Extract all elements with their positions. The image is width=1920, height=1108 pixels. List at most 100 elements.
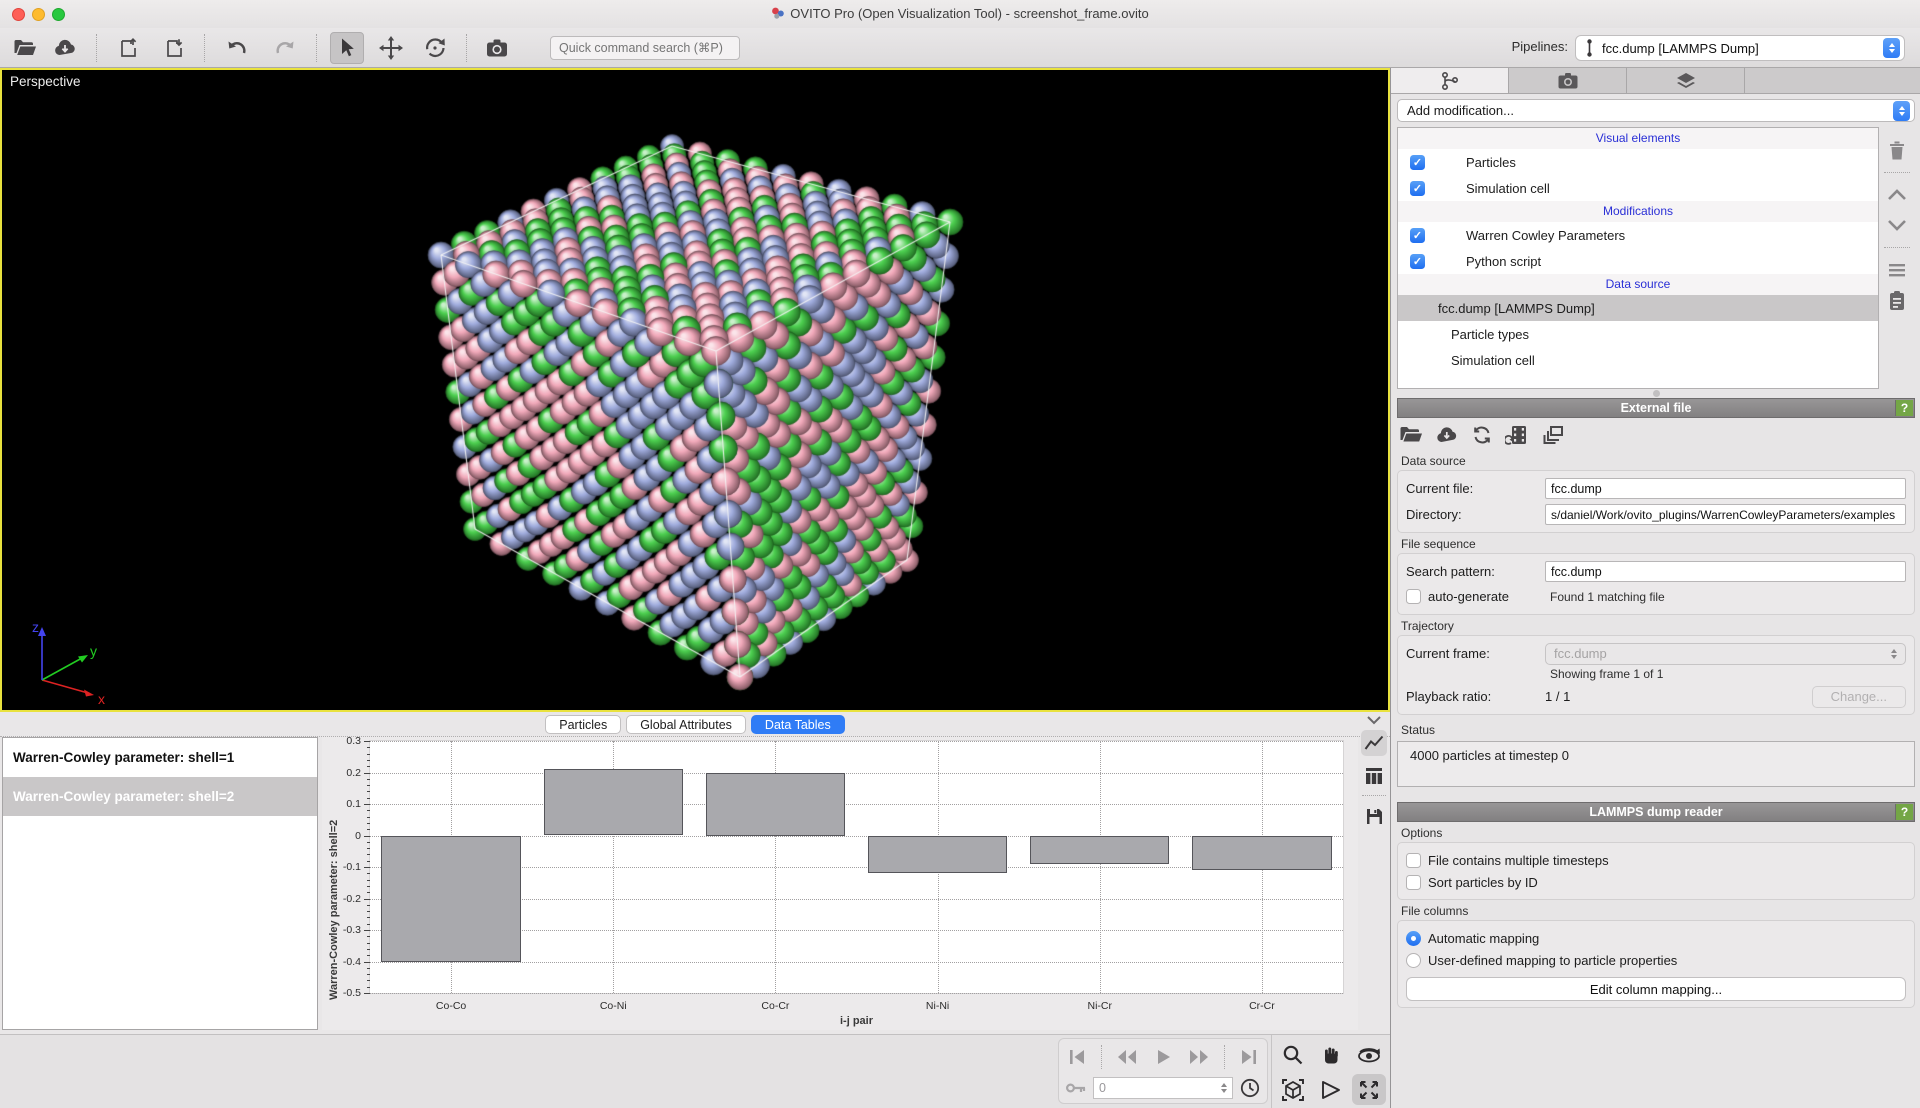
move-modifier-down-button[interactable] (1887, 210, 1907, 240)
pipeline-selector[interactable]: fcc.dump [LAMMPS Dump] (1575, 35, 1905, 61)
rotate-mode-button[interactable] (418, 32, 452, 64)
orbit-tool-button[interactable] (1352, 1039, 1386, 1070)
y-tick-label: 0.3 (346, 735, 361, 747)
y-tick-label: -0.4 (343, 956, 361, 968)
directory-field[interactable] (1545, 504, 1906, 525)
current-file-field[interactable] (1545, 478, 1906, 499)
sort-particles-checkbox[interactable] (1406, 875, 1421, 890)
help-button[interactable]: ? (1895, 400, 1913, 416)
y-minor-tick (367, 955, 370, 956)
zoom-tool-button[interactable] (1276, 1039, 1310, 1070)
viewport-3d[interactable]: Perspective x y z (0, 68, 1390, 712)
toggle-modifier-menu-button[interactable] (1887, 255, 1907, 285)
y-minor-tick (367, 785, 370, 786)
load-session-state-button[interactable] (158, 32, 192, 64)
file-columns-label: File columns (1401, 904, 1915, 918)
y-minor-tick (367, 936, 370, 937)
data-table-item-warren-cowley-parameter-shell-1[interactable]: Warren-Cowley parameter: shell=1 (3, 738, 317, 777)
chart-gridline (370, 962, 1343, 963)
y-minor-tick (367, 854, 370, 855)
animation-key-icon (1065, 1081, 1087, 1095)
zoom-scene-extents-button[interactable] (1276, 1074, 1310, 1105)
delete-modifier-button[interactable] (1887, 135, 1907, 165)
search-pattern-field[interactable] (1545, 561, 1906, 582)
current-frame-spinbox[interactable] (1093, 1077, 1233, 1099)
checkbox-icon[interactable]: ✓ (1410, 254, 1425, 269)
add-modification-stepper[interactable] (1893, 101, 1910, 121)
pipeline-item-python-script[interactable]: ✓Python script (1398, 248, 1878, 274)
table-view-button[interactable] (1361, 762, 1387, 788)
data-table-item-warren-cowley-parameter-shell-2[interactable]: Warren-Cowley parameter: shell=2 (3, 777, 317, 816)
command-panel-tabs (1391, 68, 1920, 94)
tab-data-tables[interactable]: Data Tables (751, 715, 845, 734)
tab-render[interactable] (1509, 68, 1627, 93)
pipeline-selector-stepper[interactable] (1883, 38, 1900, 58)
axis-y-label: y (90, 643, 97, 659)
chart-view-button[interactable] (1361, 730, 1387, 756)
save-session-state-button[interactable] (112, 32, 146, 64)
maximize-viewport-button[interactable] (1352, 1074, 1386, 1105)
tab-pipeline[interactable] (1391, 68, 1509, 93)
chart-toolbar (1360, 714, 1388, 832)
y-tick-label: -0.3 (343, 924, 361, 936)
y-tick-label: 0.2 (346, 767, 361, 779)
y-tick-mark (364, 773, 370, 774)
copy-pipeline-button[interactable] (1887, 285, 1907, 315)
collapse-panel-button[interactable] (1366, 715, 1382, 725)
y-minor-tick (367, 848, 370, 849)
showing-frame-note: Showing frame 1 of 1 (1545, 667, 1906, 681)
render-snapshot-button[interactable] (480, 32, 514, 64)
y-minor-tick (367, 823, 370, 824)
animation-settings-button[interactable] (1239, 1077, 1261, 1099)
duplicate-data-source-button[interactable] (1541, 425, 1565, 445)
y-minor-tick (367, 880, 370, 881)
tab-particles[interactable]: Particles (545, 715, 621, 734)
particles-render-canvas[interactable] (2, 70, 1388, 710)
y-minor-tick (367, 842, 370, 843)
pick-remote-file-button[interactable] (1435, 425, 1459, 445)
multiple-timesteps-checkbox[interactable] (1406, 853, 1421, 868)
checkbox-icon[interactable]: ✓ (1410, 228, 1425, 243)
file-sequence-group: Search pattern: auto-generate Found 1 ma… (1397, 553, 1915, 615)
move-mode-button[interactable] (374, 32, 408, 64)
frame-spinbox-stepper[interactable] (1217, 1079, 1231, 1097)
chart-bar-cr-cr (1192, 836, 1331, 871)
auto-generate-checkbox[interactable] (1406, 589, 1421, 604)
pipeline-item-warren-cowley-parameters[interactable]: ✓Warren Cowley Parameters (1398, 222, 1878, 248)
sort-particles-label: Sort particles by ID (1428, 875, 1538, 890)
open-file-button[interactable] (8, 32, 42, 64)
update-trajectory-frames-button[interactable] (1505, 424, 1529, 446)
user-defined-mapping-radio[interactable] (1406, 953, 1421, 968)
tab-overlays[interactable] (1627, 68, 1745, 93)
move-modifier-up-button[interactable] (1887, 180, 1907, 210)
import-remote-file-button[interactable] (48, 32, 82, 64)
pan-tool-button[interactable] (1314, 1039, 1348, 1070)
add-modification-dropdown[interactable]: Add modification... (1397, 99, 1915, 122)
y-minor-tick (367, 766, 370, 767)
help-button[interactable]: ? (1895, 804, 1913, 820)
pipeline-item-simulation-cell[interactable]: ✓Simulation cell (1398, 175, 1878, 201)
pipeline-item-particle-types[interactable]: Particle types (1398, 321, 1878, 347)
quick-command-search-input[interactable] (550, 36, 740, 60)
tab-global-attributes[interactable]: Global Attributes (626, 715, 746, 734)
pipeline-item-simulation-cell[interactable]: Simulation cell (1398, 347, 1878, 373)
undo-button[interactable] (220, 32, 254, 64)
automatic-mapping-radio[interactable] (1406, 931, 1421, 946)
checkbox-icon[interactable]: ✓ (1410, 181, 1425, 196)
pipeline-item-particles[interactable]: ✓Particles (1398, 149, 1878, 175)
export-data-button[interactable] (1361, 803, 1387, 829)
reload-file-button[interactable] (1471, 425, 1493, 445)
checkbox-icon[interactable]: ✓ (1410, 155, 1425, 170)
panel-splitter[interactable] (1397, 389, 1915, 398)
y-minor-tick (367, 861, 370, 862)
pipeline-item-fcc-dump-lammps-dump[interactable]: fcc.dump [LAMMPS Dump] (1398, 295, 1878, 321)
viewing-direction-button[interactable] (1314, 1074, 1348, 1105)
edit-column-mapping-button[interactable]: Edit column mapping... (1406, 977, 1906, 1001)
pick-local-file-button[interactable] (1399, 425, 1423, 445)
status-box: 4000 particles at timestep 0 (1397, 741, 1915, 787)
select-mode-button[interactable] (330, 32, 364, 64)
pipeline-group-header-data-source: Data source (1398, 274, 1878, 295)
viewport-caption[interactable]: Perspective (10, 74, 81, 89)
y-tick-mark (364, 899, 370, 900)
y-minor-tick (367, 917, 370, 918)
